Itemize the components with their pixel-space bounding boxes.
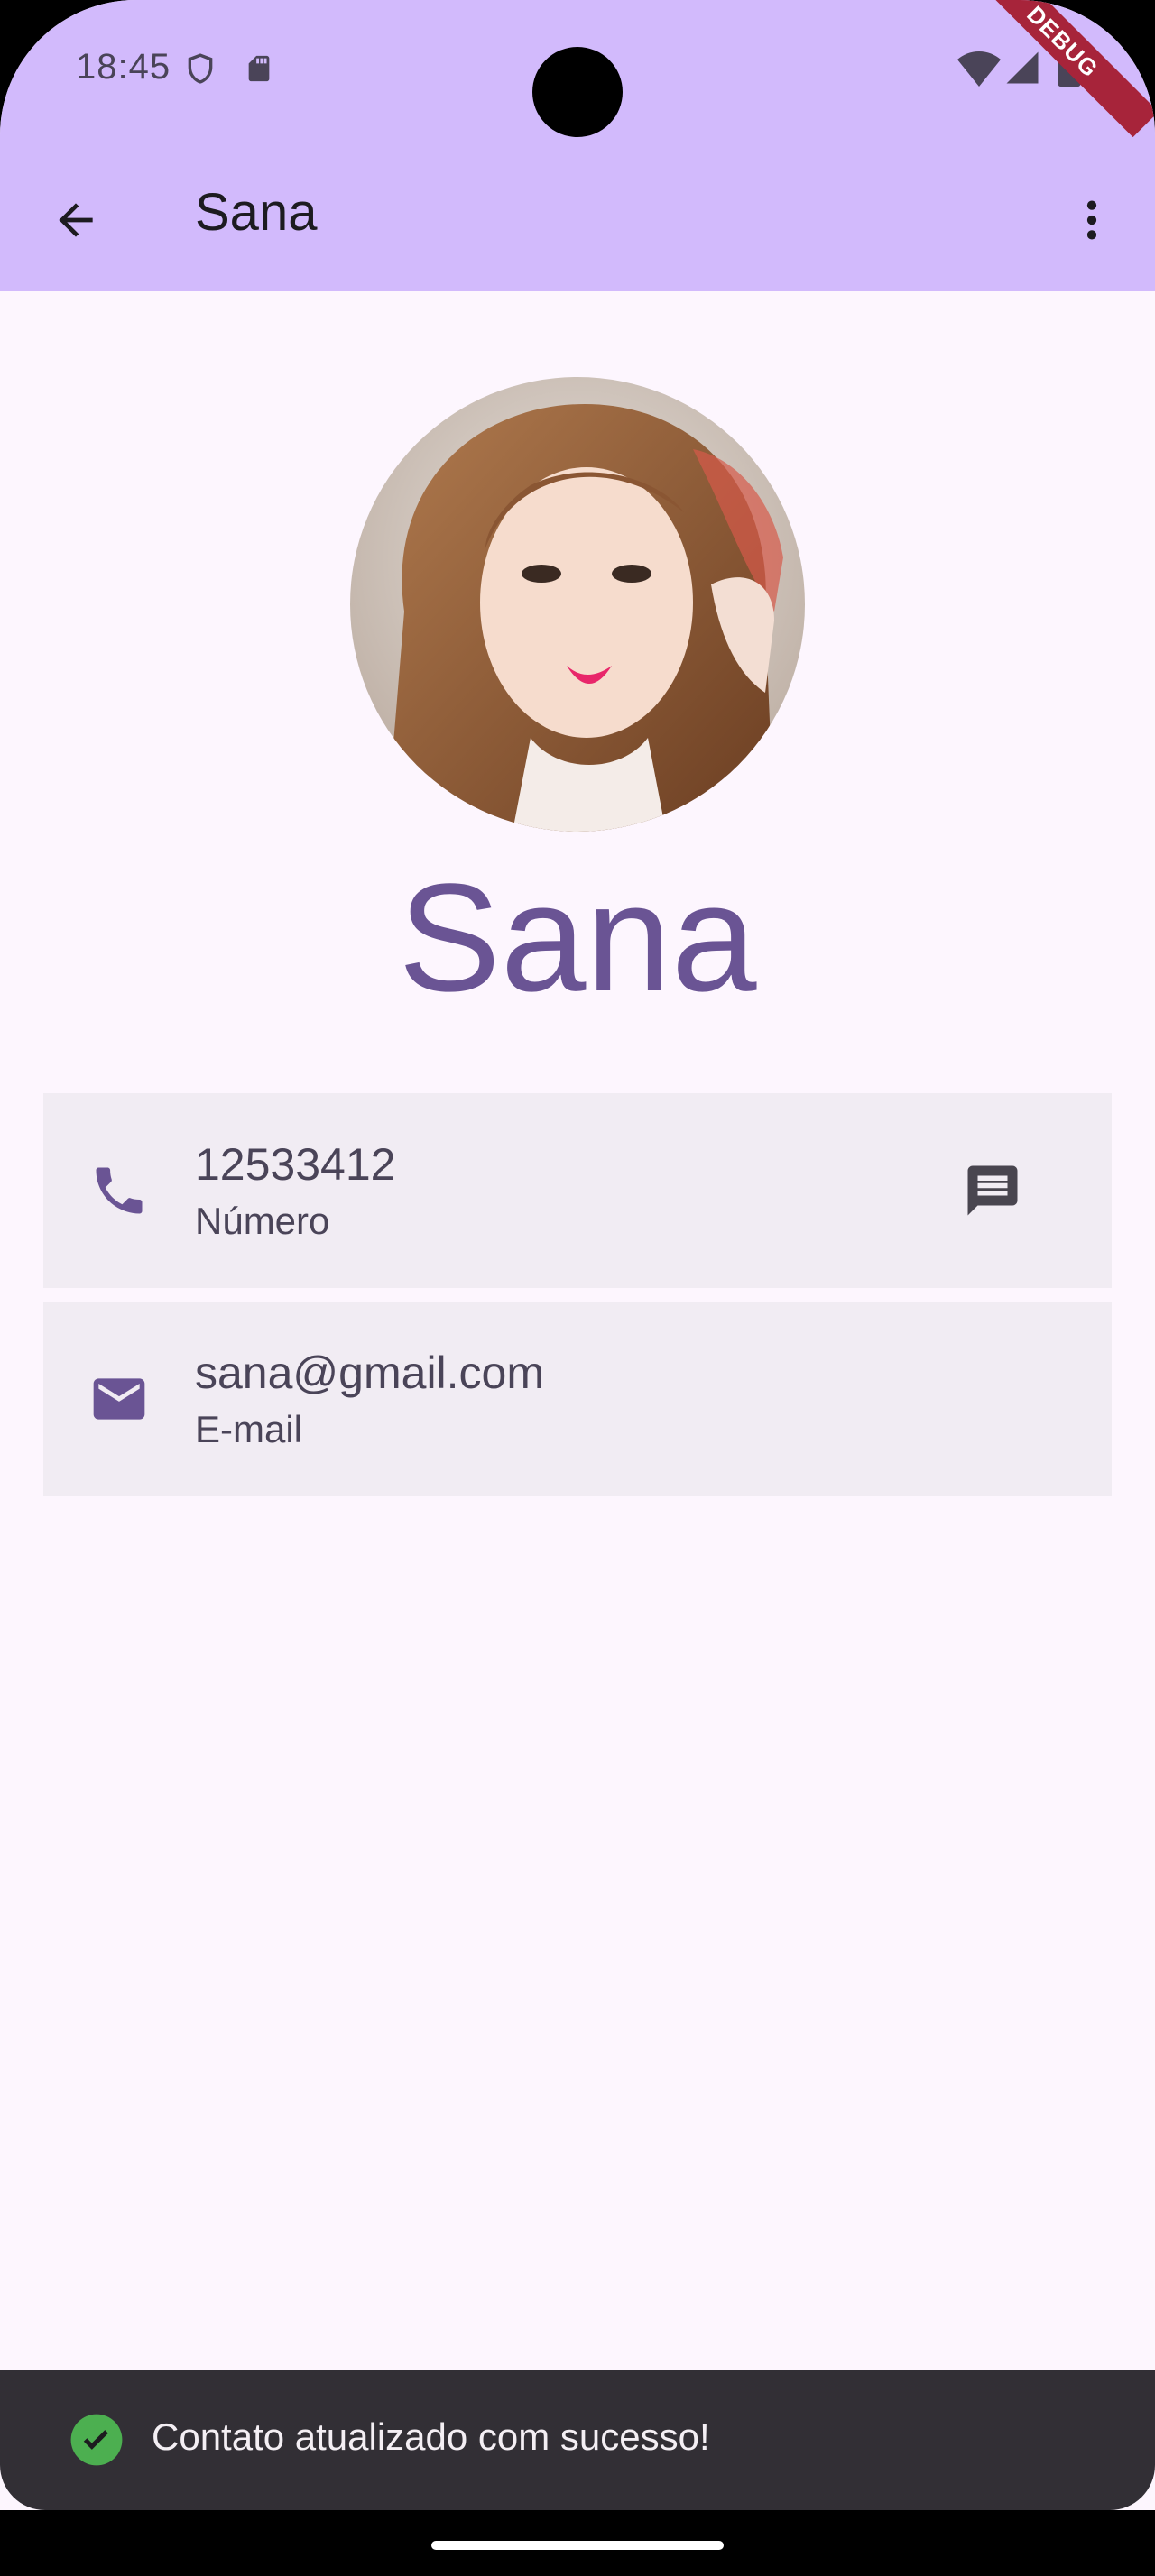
page-title: Sana xyxy=(195,183,318,242)
message-icon xyxy=(967,1165,1018,1216)
email-address: sana@gmail.com xyxy=(195,1348,545,1398)
phone-label: Número xyxy=(195,1200,330,1242)
check-circle-icon xyxy=(70,2414,123,2466)
snackbar: Contato atualizado com sucesso! xyxy=(0,2370,1155,2510)
debug-banner: DEBUG xyxy=(975,0,1155,138)
contact-detail-screen: 18:45 Sana DEBUG Sana 12533412 Número sa… xyxy=(0,0,1155,2576)
arrow-back-icon xyxy=(59,203,93,237)
sd-card-icon xyxy=(248,55,270,82)
camera-cutout xyxy=(532,47,623,137)
send-message-button[interactable] xyxy=(947,1145,1038,1236)
more-options-button[interactable] xyxy=(1056,184,1128,256)
snackbar-message: Contato atualizado com sucesso! xyxy=(152,2415,710,2458)
contact-name: Sana xyxy=(398,852,757,1024)
phone-icon xyxy=(96,1167,143,1214)
back-button[interactable] xyxy=(40,184,112,256)
home-indicator[interactable] xyxy=(431,2541,724,2550)
shield-icon xyxy=(188,53,213,84)
mail-icon xyxy=(93,1378,145,1420)
debug-banner-container: DEBUG xyxy=(975,0,1155,180)
avatar xyxy=(350,377,805,832)
contact-photo xyxy=(350,377,805,832)
phone-number: 12533412 xyxy=(195,1139,396,1190)
phone-card[interactable]: 12533412 Número xyxy=(43,1093,1112,1288)
more-vert-icon xyxy=(1086,200,1097,240)
status-time: 18:45 xyxy=(76,47,171,87)
email-card[interactable]: sana@gmail.com E-mail xyxy=(43,1302,1112,1496)
email-label: E-mail xyxy=(195,1408,303,1450)
